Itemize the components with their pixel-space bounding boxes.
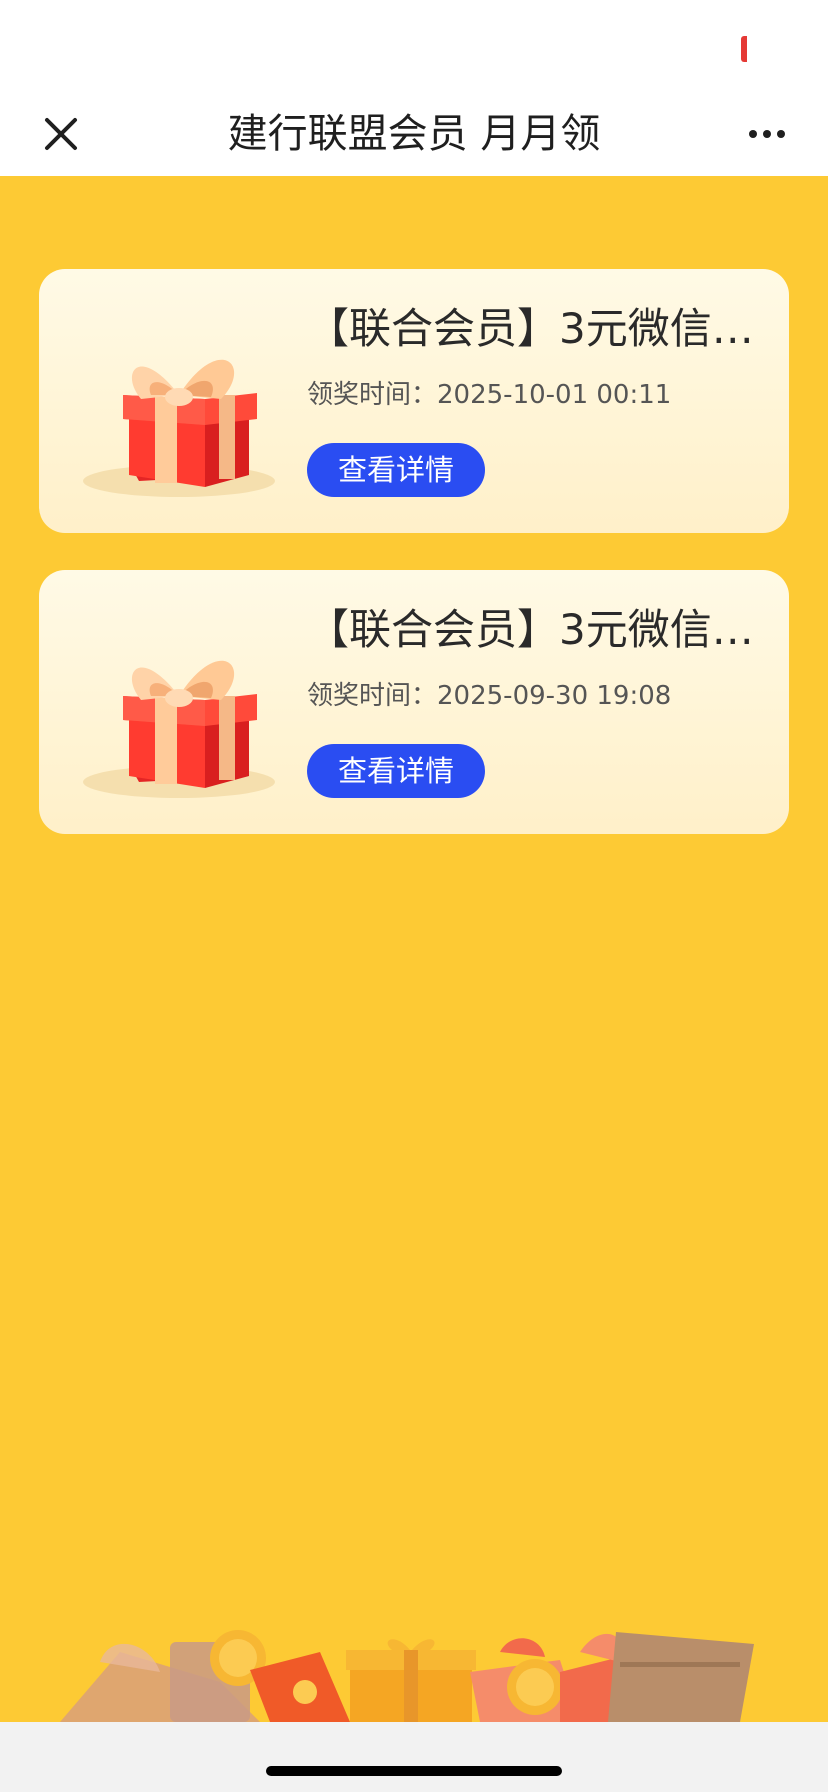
gift-box-icon [83, 660, 275, 798]
gift-box-icon [83, 359, 275, 497]
prize-title: 【联合会员】3元微信立减金 [307, 304, 767, 353]
more-dots-icon [749, 130, 785, 138]
prize-time-value: 2025-09-30 19:08 [437, 681, 672, 711]
decorative-gifts-illustration [60, 1630, 754, 1722]
close-button[interactable] [28, 106, 94, 162]
main-content: 【联合会员】3元微信立减金 领奖时间：2025-10-01 00:11 查看详情… [0, 176, 828, 1722]
home-indicator[interactable] [266, 1766, 562, 1776]
prize-time: 领奖时间：2025-09-30 19:08 [307, 678, 671, 714]
close-icon [45, 118, 77, 150]
nav-bar: 建行联盟会员 月月领 [0, 92, 828, 176]
view-details-button[interactable]: 查看详情 [307, 443, 485, 497]
view-details-button[interactable]: 查看详情 [307, 744, 485, 798]
prize-time-label: 领奖时间： [307, 380, 438, 410]
prize-time: 领奖时间：2025-10-01 00:11 [307, 377, 671, 413]
status-bar [0, 0, 828, 92]
more-button[interactable] [734, 106, 800, 162]
prize-record-card: 【联合会员】3元微信立减金 领奖时间：2025-10-01 00:11 查看详情 [39, 269, 789, 533]
prize-time-label: 领奖时间： [307, 681, 438, 711]
status-indicator [741, 36, 747, 62]
prize-title: 【联合会员】3元微信立减金 [307, 605, 767, 654]
home-indicator-bar [0, 1722, 828, 1792]
prize-time-value: 2025-10-01 00:11 [437, 380, 672, 410]
page-title: 建行联盟会员 月月领 [227, 111, 601, 157]
prize-record-card: 【联合会员】3元微信立减金 领奖时间：2025-09-30 19:08 查看详情 [39, 570, 789, 834]
